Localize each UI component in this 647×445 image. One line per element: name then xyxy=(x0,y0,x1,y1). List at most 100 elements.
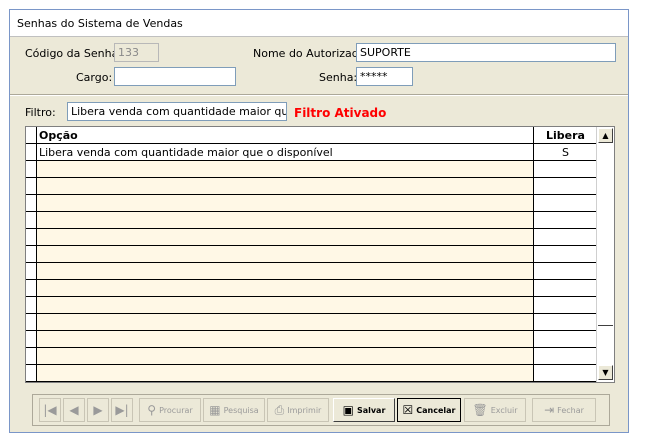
table-row[interactable] xyxy=(26,229,598,246)
table-row[interactable]: Libera venda com quantidade maior que o … xyxy=(26,144,598,161)
cell-opcao[interactable] xyxy=(37,331,534,348)
cell-libera[interactable] xyxy=(534,297,598,314)
row-indicator[interactable] xyxy=(26,246,37,263)
door-exit-icon: ⇥ xyxy=(544,403,555,417)
imprimir-label: Imprimir xyxy=(287,405,322,415)
cell-opcao[interactable] xyxy=(37,161,534,178)
table-row[interactable] xyxy=(26,348,598,365)
cell-libera[interactable] xyxy=(534,331,598,348)
row-indicator[interactable] xyxy=(26,212,37,229)
vertical-scrollbar[interactable]: ▲ ▼ xyxy=(596,127,614,382)
row-indicator[interactable] xyxy=(26,178,37,195)
binoculars-icon: ⚲ xyxy=(147,403,157,417)
procurar-label: Procurar xyxy=(159,405,193,415)
row-indicator[interactable] xyxy=(26,314,37,331)
first-icon: |◀ xyxy=(43,403,57,417)
header-indicator xyxy=(26,127,37,144)
scroll-thumb[interactable] xyxy=(598,145,613,326)
cell-opcao[interactable] xyxy=(37,263,534,280)
scroll-down-button[interactable]: ▼ xyxy=(598,365,613,380)
cell-libera[interactable] xyxy=(534,178,598,195)
row-indicator[interactable] xyxy=(26,348,37,365)
row-indicator[interactable] xyxy=(26,331,37,348)
cell-opcao[interactable] xyxy=(37,178,534,195)
table-row[interactable] xyxy=(26,297,598,314)
nome-label: Nome do Autorizado: xyxy=(253,47,370,60)
row-indicator[interactable] xyxy=(26,195,37,212)
table-row[interactable] xyxy=(26,195,598,212)
cell-libera[interactable] xyxy=(534,212,598,229)
excluir-button[interactable]: 🗑 Excluir xyxy=(464,398,526,422)
next-record-button[interactable]: ▶ xyxy=(87,398,109,422)
salvar-button[interactable]: ▣ Salvar xyxy=(333,398,395,422)
codigo-field: 133 xyxy=(114,43,159,62)
table-row[interactable] xyxy=(26,161,598,178)
table-row[interactable] xyxy=(26,263,598,280)
last-record-button[interactable]: ▶| xyxy=(111,398,133,422)
senhas-window: Senhas do Sistema de Vendas Código da Se… xyxy=(9,9,629,433)
filtro-label: Filtro: xyxy=(25,106,56,119)
pesquisa-button[interactable]: ▦ Pesquisa xyxy=(203,398,265,422)
table-row[interactable] xyxy=(26,314,598,331)
cell-libera[interactable] xyxy=(534,263,598,280)
grid-header: Opção Libera xyxy=(26,127,598,145)
title-bar: Senhas do Sistema de Vendas xyxy=(10,10,628,37)
table-row[interactable] xyxy=(26,365,598,382)
cell-libera[interactable] xyxy=(534,348,598,365)
fechar-button[interactable]: ⇥ Fechar xyxy=(532,398,596,422)
first-record-button[interactable]: |◀ xyxy=(39,398,61,422)
imprimir-button[interactable]: ⎙ Imprimir xyxy=(267,398,329,422)
save-icon: ▣ xyxy=(342,403,354,417)
row-indicator[interactable] xyxy=(26,229,37,246)
prior-record-button[interactable]: ◀ xyxy=(63,398,85,422)
cell-opcao[interactable] xyxy=(37,348,534,365)
nome-field[interactable]: SUPORTE xyxy=(356,43,616,62)
cell-opcao[interactable] xyxy=(37,314,534,331)
row-indicator[interactable] xyxy=(26,297,37,314)
cancel-icon: ☒ xyxy=(402,403,414,417)
row-indicator[interactable] xyxy=(26,263,37,280)
cancelar-label: Cancelar xyxy=(416,405,456,415)
cell-opcao[interactable] xyxy=(37,195,534,212)
cell-opcao[interactable] xyxy=(37,229,534,246)
table-row[interactable] xyxy=(26,331,598,348)
cargo-field[interactable] xyxy=(114,67,236,86)
cell-opcao[interactable] xyxy=(37,280,534,297)
procurar-button[interactable]: ⚲ Procurar xyxy=(139,398,201,422)
cargo-label: Cargo: xyxy=(76,71,113,84)
navigation-toolbar: |◀ ◀ ▶ ▶| ⚲ Procurar ▦ Pesquisa ⎙ Imprimir … xyxy=(32,394,610,426)
next-icon: ▶ xyxy=(93,403,103,417)
header-opcao[interactable]: Opção xyxy=(37,127,534,144)
header-libera[interactable]: Libera xyxy=(534,127,598,144)
grid-icon: ▦ xyxy=(209,403,221,417)
row-indicator[interactable] xyxy=(26,144,37,161)
table-row[interactable] xyxy=(26,280,598,297)
cell-libera[interactable] xyxy=(534,161,598,178)
cell-libera[interactable] xyxy=(534,229,598,246)
cell-opcao[interactable] xyxy=(37,212,534,229)
last-icon: ▶| xyxy=(115,403,129,417)
filtro-field[interactable]: Libera venda com quantidade maior que o … xyxy=(67,102,287,121)
table-row[interactable] xyxy=(26,212,598,229)
cell-libera[interactable] xyxy=(534,280,598,297)
senha-field[interactable]: ***** xyxy=(356,67,413,86)
cell-opcao[interactable] xyxy=(37,246,534,263)
table-row[interactable] xyxy=(26,246,598,263)
cell-libera[interactable] xyxy=(534,246,598,263)
cancelar-button[interactable]: ☒ Cancelar xyxy=(397,398,461,422)
separator xyxy=(10,94,628,96)
cell-libera[interactable]: S xyxy=(534,144,598,161)
cell-opcao[interactable] xyxy=(37,297,534,314)
cell-libera[interactable] xyxy=(534,195,598,212)
cell-opcao[interactable]: Libera venda com quantidade maior que o … xyxy=(37,144,534,161)
row-indicator[interactable] xyxy=(26,280,37,297)
window-title: Senhas do Sistema de Vendas xyxy=(17,17,183,30)
cell-libera[interactable] xyxy=(534,365,598,382)
options-grid[interactable]: Opção Libera Libera venda com quantidade… xyxy=(25,126,615,383)
cell-opcao[interactable] xyxy=(37,365,534,382)
scroll-up-button[interactable]: ▲ xyxy=(598,128,613,143)
row-indicator[interactable] xyxy=(26,161,37,178)
row-indicator[interactable] xyxy=(26,365,37,382)
cell-libera[interactable] xyxy=(534,314,598,331)
table-row[interactable] xyxy=(26,178,598,195)
